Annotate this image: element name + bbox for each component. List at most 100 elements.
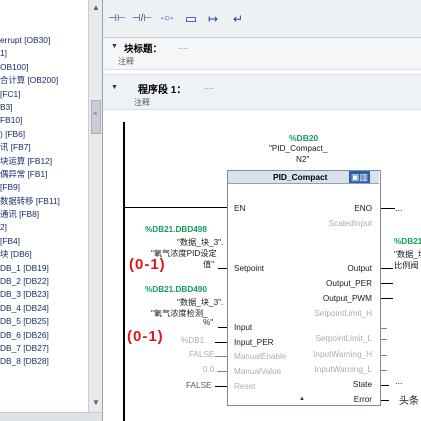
- scroll-down-icon[interactable]: ▼: [91, 398, 101, 408]
- pin-setpoint: Setpoint: [234, 264, 265, 273]
- manual-enable-operand[interactable]: FALSE: [189, 350, 215, 359]
- block-header: PID_Compact ▣▥: [228, 171, 379, 184]
- ladder-network-canvas: %DB20 "PID_Compact_ N2" PID_Compact ▣▥ E…: [103, 110, 421, 421]
- collapse-arrow-icon[interactable]: ▼: [111, 43, 118, 50]
- state-dots[interactable]: ...: [395, 376, 403, 386]
- pin-scaled-input: ScaledInput: [328, 219, 372, 228]
- tree-item[interactable]: DB_6 [DB26]: [0, 329, 88, 342]
- reset-operand[interactable]: FALSE: [186, 381, 212, 390]
- error-wire: [381, 400, 389, 401]
- tree-horizontal-scrollbar[interactable]: [0, 412, 102, 421]
- input-operand-name-3[interactable]: %": [203, 318, 213, 327]
- pin-input-per: Input_PER: [234, 338, 274, 347]
- pin-input-warning-l: InputWarning_L: [314, 365, 373, 374]
- tree-item[interactable]: 通讯 [FB8]: [0, 208, 88, 222]
- tree-item[interactable]: 讯 [FB7]: [0, 141, 88, 154]
- setpoint-operand-address[interactable]: %DB21.DBD498: [145, 225, 207, 234]
- warning-l-wire: [381, 370, 387, 371]
- setpoint-operand-name-3[interactable]: 值": [203, 258, 214, 270]
- reset-wire: [215, 386, 227, 387]
- pin-input: Input: [234, 323, 253, 332]
- pin-manual-enable: ManualEnable: [234, 352, 287, 361]
- tree-item[interactable]: errupt [OB30]: [0, 34, 88, 47]
- scroll-up-icon[interactable]: ▲: [91, 3, 101, 13]
- manual-value-wire: [217, 371, 227, 372]
- coil-icon[interactable]: -○-: [157, 12, 177, 26]
- expand-block-icon[interactable]: ▲: [299, 396, 305, 402]
- tree-item[interactable]: DB_7 [DB27]: [0, 341, 88, 356]
- block-icon: ▣▥: [349, 171, 371, 183]
- collapse-arrow-icon[interactable]: ▼: [111, 84, 118, 91]
- watermark: 头条: [399, 396, 419, 407]
- normally-closed-contact-icon[interactable]: ⊣/⊢: [131, 12, 153, 26]
- tree-item[interactable]: DB_4 [DB24]: [0, 302, 88, 315]
- network-title: 程序段 1：: [138, 85, 187, 96]
- output-operand-name-2[interactable]: 比例阀: [394, 259, 419, 271]
- tree-item[interactable]: 块运算 [FB12]: [0, 154, 88, 168]
- instance-db-name-2: N2": [296, 155, 310, 164]
- manual-value-operand[interactable]: 0.0: [203, 365, 214, 374]
- pin-en: EN: [234, 204, 246, 213]
- project-tree-panel: errupt [OB30] 1] OB100] 合计算 [OB200] [FC1…: [0, 0, 103, 421]
- input-operand-name-2[interactable]: "氧气浓度检测_: [151, 307, 208, 319]
- block-comment[interactable]: 注释: [118, 56, 134, 67]
- tree-item[interactable]: DB_2 [DB22]: [0, 275, 88, 288]
- pin-eno: ENO: [354, 204, 372, 213]
- warning-h-wire: [381, 355, 387, 356]
- tree-item[interactable]: OB100]: [0, 61, 88, 74]
- tree-item[interactable]: DB_3 [DB23]: [0, 288, 88, 302]
- normally-open-contact-icon[interactable]: ⊣⊢: [107, 12, 127, 26]
- tree-item[interactable]: 块 [DB6]: [0, 248, 88, 261]
- block-title-dots[interactable]: ....: [178, 41, 188, 51]
- tree-item[interactable]: 2]: [0, 221, 88, 234]
- tree-item[interactable]: ) [FB6]: [0, 127, 88, 142]
- ladder-editor: ⊣⊢ ⊣/⊢ -○- ▭ ↦ ↵ ▼ 块标题： .... 注释 ▼ 程序段 1：…: [103, 0, 421, 421]
- tree-item[interactable]: B3]: [0, 100, 88, 115]
- tree-item[interactable]: 偶异常 [FB1]: [0, 168, 88, 181]
- limit-h-wire: [381, 328, 387, 329]
- input-per-operand[interactable]: %DB1: [181, 336, 204, 345]
- block-title-section: ▼ 块标题： .... 注释: [103, 38, 421, 70]
- network-1-header: ▼ 程序段 1： .... 注释: [103, 74, 421, 110]
- tree-header-space: [0, 0, 88, 34]
- tree-item[interactable]: 数据转移 [FB11]: [0, 195, 88, 208]
- tree-vertical-scrollbar[interactable]: ▲ ≡ ▼: [88, 0, 102, 412]
- grip-icon: ≡: [93, 111, 98, 118]
- open-branch-icon[interactable]: ↦: [203, 12, 223, 26]
- network-comment[interactable]: 注释: [134, 97, 150, 108]
- en-wire: [123, 207, 227, 208]
- pin-reset: Reset: [234, 382, 256, 391]
- tree-item[interactable]: DB_5 [DB25]: [0, 315, 88, 329]
- manual-enable-wire: [215, 356, 227, 357]
- pin-state: State: [352, 380, 372, 389]
- tree-item[interactable]: [FB4]: [0, 234, 88, 249]
- annotation-range-setpoint: (0-1): [129, 256, 166, 273]
- input-operand-address[interactable]: %DB21.DBD490: [145, 285, 207, 294]
- tree-item[interactable]: [FC1]: [0, 88, 88, 101]
- state-wire: [381, 385, 389, 386]
- limit-l-wire: [381, 339, 387, 340]
- tree-item[interactable]: DB_8 [DB28]: [0, 355, 88, 368]
- tree-item[interactable]: FB10]: [0, 114, 88, 127]
- ladder-toolbar: ⊣⊢ ⊣/⊢ -○- ▭ ↦ ↵: [103, 0, 421, 38]
- tree-item[interactable]: DB_1 [DB19]: [0, 261, 88, 276]
- pid-compact-block[interactable]: PID_Compact ▣▥ EN Setpoint Input Input_P…: [227, 170, 381, 406]
- instance-db-address: %DB20: [289, 133, 319, 143]
- output-per-wire: [381, 283, 393, 284]
- tree-item[interactable]: 1]: [0, 47, 88, 61]
- network-title-dots[interactable]: ....: [204, 81, 214, 91]
- block-title-label: 块标题：: [124, 44, 163, 55]
- output-operand-address[interactable]: %DB21: [394, 237, 421, 246]
- pin-manual-value: ManualValue: [234, 367, 282, 376]
- close-branch-icon[interactable]: ↵: [228, 12, 248, 26]
- project-tree: errupt [OB30] 1] OB100] 合计算 [OB200] [FC1…: [0, 0, 88, 412]
- empty-box-icon[interactable]: ▭: [183, 12, 199, 26]
- tree-item[interactable]: [FB9]: [0, 181, 88, 195]
- left-power-rail: [123, 122, 125, 421]
- pin-output-per: Output_PER: [326, 279, 372, 288]
- scroll-thumb[interactable]: ≡: [91, 100, 101, 134]
- eno-dots[interactable]: ...: [395, 203, 403, 213]
- tree-item[interactable]: 合计算 [OB200]: [0, 74, 88, 88]
- pin-output: Output: [347, 264, 372, 273]
- output-pwm-wire: [381, 298, 393, 299]
